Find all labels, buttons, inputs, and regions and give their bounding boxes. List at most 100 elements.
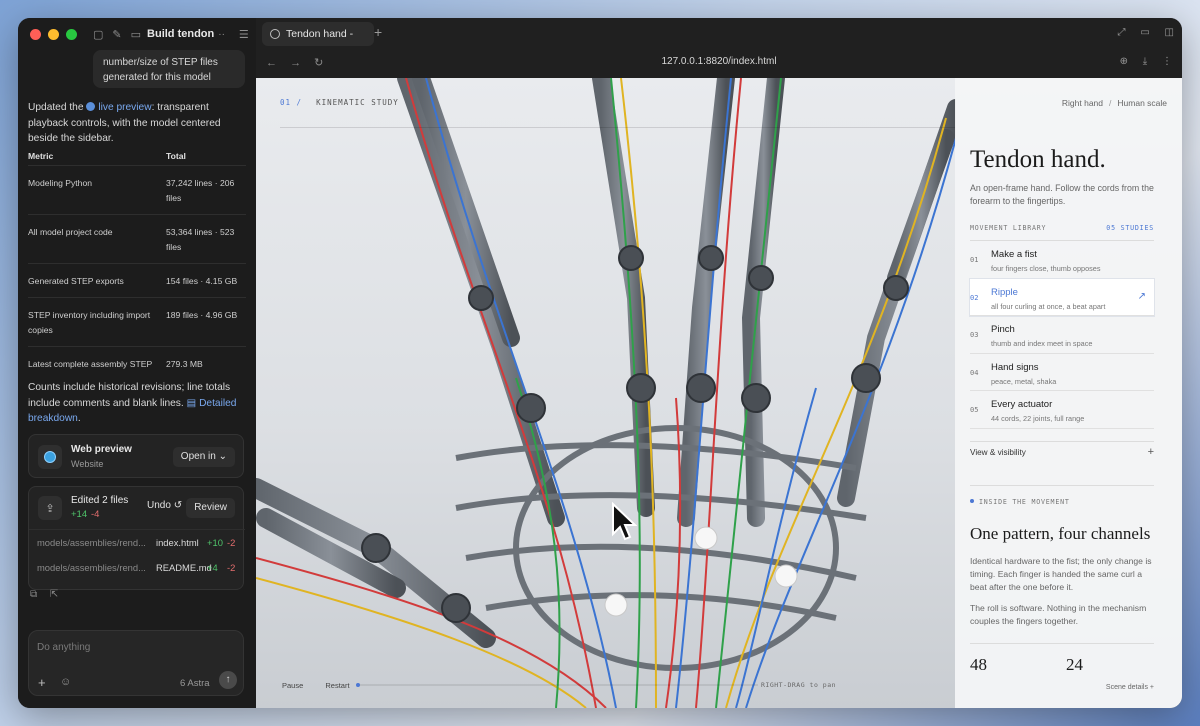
new-chat-icon[interactable]: ✎ (112, 28, 121, 41)
model-selector[interactable]: 6 Astra (180, 678, 210, 689)
file-row[interactable]: models/assemblies/rend... README.md +4 -… (29, 555, 245, 581)
web-preview-card[interactable]: Web preview Website Open in ⌄ (28, 434, 244, 478)
view-visibility-toggle[interactable]: View & visibility + (970, 446, 1154, 458)
edited-files-card: ⇪ Edited 2 files +14 -4 Undo ↺ Review mo… (28, 486, 245, 590)
bullet-icon (970, 499, 974, 503)
inside-movement-label: INSIDE THE MOVEMENT (970, 498, 1070, 506)
globe-icon (44, 451, 56, 463)
movement-item-pinch[interactable]: 03 Pinch thumb and index meet in space (970, 316, 1154, 354)
counts-note: Counts include historical revisions; lin… (28, 380, 248, 427)
file-path: models/assemblies/rend... (37, 562, 146, 573)
table-row: Generated STEP exports 154 files · 4.15 … (28, 263, 246, 297)
section-number: 01 / (280, 98, 303, 107)
total-cell: 189 files · 4.96 GB (166, 310, 238, 320)
more-icon[interactable]: ⋮ (1162, 56, 1172, 67)
table-header: Metric Total (28, 151, 246, 165)
app-window: ▢ ✎ ▭ Build tendon ·· ☰ number/size of S… (18, 18, 1182, 708)
scene-details-label: Scene details (1105, 684, 1148, 691)
metric-cell: Modeling Python (28, 178, 93, 188)
pan-hint: RIGHT-DRAG to pan (761, 681, 837, 689)
movement-list: 01 Make a fist four fingers close, thumb… (969, 240, 1155, 429)
sidebar-toggle-icon[interactable]: ▢ (93, 28, 103, 41)
project-menu-icon[interactable]: ·· (218, 29, 225, 40)
movement-number: 04 (970, 368, 979, 377)
table-row: Latest complete assembly STEP 279.3 MB (28, 346, 246, 380)
progress-track[interactable] (358, 684, 758, 686)
movement-item-ripple[interactable]: 02 Ripple all four curling at once, a be… (969, 277, 1155, 317)
tab-title: Tendon hand - (286, 28, 354, 40)
share-icon[interactable]: ⇱ (50, 589, 58, 600)
globe-icon (270, 29, 280, 39)
total-cell: 154 files · 4.15 GB (166, 276, 238, 286)
open-in-button[interactable]: Open in ⌄ (172, 447, 235, 467)
movement-title: Hand signs (991, 361, 1039, 373)
new-tab-icon[interactable]: + (374, 24, 382, 40)
file-lines-removed: -2 (227, 562, 236, 573)
copy-icon[interactable]: ⧉ (30, 589, 37, 600)
sidebar-right-icon[interactable]: ◫ (1165, 27, 1174, 38)
pause-button[interactable]: Pause (282, 681, 303, 690)
header-divider (280, 127, 955, 128)
movement-subtitle: peace, metal, shaka (991, 376, 1057, 386)
chevron-down-icon: ⌄ (218, 451, 227, 462)
mouse-cursor-icon (612, 502, 637, 541)
address-actions: ⊕ ⤓ ⋮ (1108, 56, 1172, 67)
lines-removed: -4 (91, 509, 100, 520)
movement-item-fist[interactable]: 01 Make a fist four fingers close, thumb… (970, 241, 1154, 279)
hand-3d-scene[interactable] (256, 78, 956, 708)
smiley-icon[interactable]: ☺ (60, 676, 71, 688)
page-title: Tendon hand. (970, 146, 1106, 173)
movement-subtitle: all four curling at once, a beat apart (991, 301, 1106, 311)
user-message: number/size of STEP files generated for … (93, 50, 245, 88)
project-title[interactable]: Build tendon (147, 28, 214, 40)
tasks-icon[interactable]: ☰ (239, 28, 249, 41)
table-row: All model project code 53,364 lines · 52… (28, 214, 246, 263)
review-button[interactable]: Review (186, 498, 235, 518)
file-row[interactable]: models/assemblies/rend... index.html +10… (29, 529, 245, 555)
counts-end: . (77, 413, 81, 424)
info-panel: Right hand / Human scale Tendon hand. An o… (955, 78, 1182, 708)
live-preview-link[interactable]: live preview (98, 102, 151, 113)
breadcrumb-scale[interactable]: Human scale (1117, 98, 1167, 108)
finger-pinky (837, 99, 956, 507)
add-attachment-icon[interactable]: + (38, 675, 46, 690)
lines-added: +14 (71, 509, 88, 520)
view-visibility-label: View & visibility (970, 448, 1026, 457)
add-icon[interactable]: ⊕ (1120, 56, 1128, 67)
breadcrumb-hand[interactable]: Right hand (1062, 98, 1103, 108)
zoom-window-button[interactable] (66, 28, 77, 40)
movement-item-every-actuator[interactable]: 05 Every actuator 44 cords, 22 joints, f… (970, 391, 1154, 429)
globe-icon (86, 102, 96, 111)
send-button[interactable]: ↑ (219, 671, 237, 689)
chat-sidebar: ▢ ✎ ▭ Build tendon ·· ☰ number/size of S… (18, 18, 256, 708)
plus-icon: + (1149, 684, 1154, 691)
breadcrumb-separator: / (1109, 98, 1112, 108)
prompt-input[interactable]: Do anything (37, 642, 90, 653)
metric-cell: Generated STEP exports (28, 276, 124, 286)
download-icon[interactable]: ⤓ (1143, 56, 1147, 67)
undo-button[interactable]: Undo ↺ (147, 500, 182, 511)
movement-number: 02 (970, 293, 979, 302)
movement-number: 01 (970, 256, 979, 264)
scene-details-button[interactable]: Scene details + (955, 684, 1154, 691)
expand-icon[interactable]: ⤢ (1118, 27, 1126, 38)
message-actions: ⧉ ⇱ (30, 589, 68, 600)
movement-item-hand-signs[interactable]: 04 Hand signs peace, metal, shaka (970, 354, 1154, 391)
address-bar: ← → ↻ 127.0.0.1:8820/index.html ⊕ ⤓ ⋮ (256, 50, 1182, 78)
progress-handle[interactable] (356, 683, 360, 687)
file-diff-icon: ⇪ (38, 496, 62, 520)
movement-number: 05 (970, 406, 979, 414)
metrics-table: Metric Total Modeling Python 37,242 line… (28, 151, 246, 380)
arrow-up-right-icon: ↗ (1137, 290, 1146, 302)
undo-label: Undo (147, 500, 171, 511)
close-window-button[interactable] (30, 28, 41, 40)
panel-icon[interactable]: ▭ (1140, 27, 1149, 38)
stat-value: 48 (970, 655, 987, 674)
movement-title: Ripple (991, 286, 1018, 298)
restart-button[interactable]: Restart (325, 681, 349, 690)
url-field[interactable]: 127.0.0.1:8820/index.html (256, 56, 1182, 67)
doc-icon: ▤ (186, 397, 197, 409)
minimize-window-button[interactable] (48, 28, 59, 40)
browser-tab[interactable]: Tendon hand - (262, 22, 374, 46)
tendon-cords (256, 78, 956, 708)
